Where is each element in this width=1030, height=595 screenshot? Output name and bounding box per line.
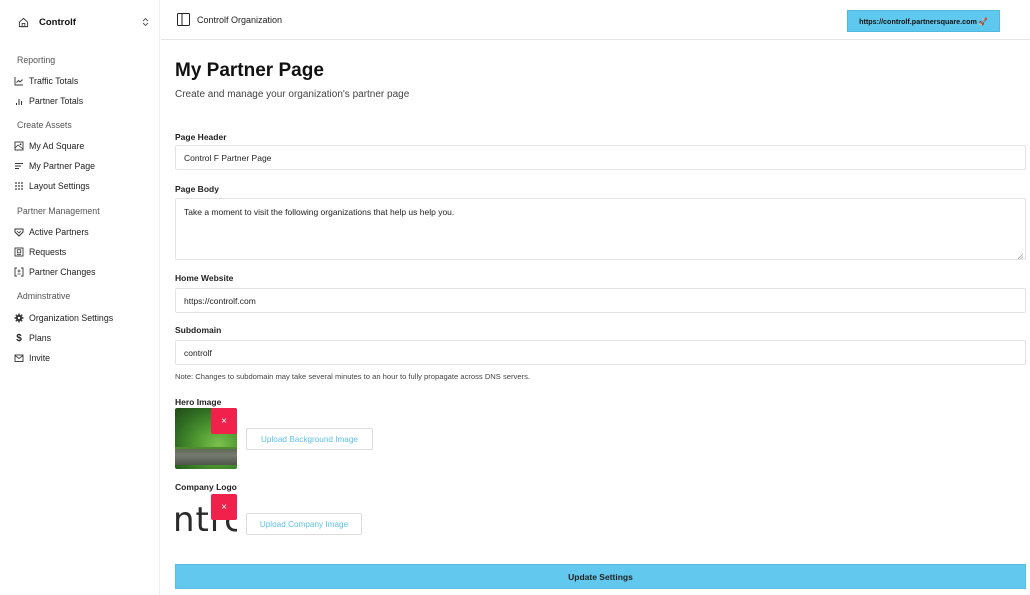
dollar-icon: $ — [16, 332, 22, 344]
sidebar-item-organization-settings[interactable]: Organization Settings — [14, 312, 113, 324]
sidebar-item-label: Traffic Totals — [29, 76, 79, 86]
org-name: Controlf — [39, 16, 76, 28]
page-body-text: Take a moment to visit the following org… — [184, 207, 455, 217]
section-administrative: Adminstrative — [17, 291, 71, 301]
sidebar-toggle-icon[interactable] — [177, 13, 190, 26]
sidebar-item-partner-changes[interactable]: Partner Changes — [14, 266, 96, 278]
sidebar-item-layout-settings[interactable]: Layout Settings — [14, 180, 90, 192]
page-header-input[interactable]: Control F Partner Page — [175, 145, 1026, 170]
sidebar-item-label: My Partner Page — [29, 161, 96, 171]
home-website-input[interactable]: https://controlf.com — [175, 288, 1026, 313]
sidebar-item-partner-totals[interactable]: Partner Totals — [14, 95, 83, 107]
sidebar-item-label: Partner Changes — [29, 267, 96, 277]
text-align-icon — [14, 161, 24, 171]
sidebar-item-plans[interactable]: $ Plans — [14, 332, 51, 344]
diff-icon — [14, 267, 24, 277]
sidebar-item-invite[interactable]: Invite — [14, 352, 50, 364]
home-website-label: Home Website — [175, 273, 234, 283]
page-subtitle: Create and manage your organization's pa… — [175, 89, 410, 100]
page-header-label: Page Header — [175, 132, 227, 142]
home-icon — [18, 16, 30, 28]
sidebar-item-label: Partner Totals — [29, 96, 84, 106]
top-bar: Controlf Organization https://controlf.p… — [161, 0, 1030, 40]
sidebar-item-my-ad-square[interactable]: My Ad Square — [14, 140, 84, 152]
sidebar-item-label: Active Partners — [29, 227, 89, 237]
subdomain-input[interactable]: controlf — [175, 340, 1026, 365]
sidebar-item-traffic-totals[interactable]: Traffic Totals — [14, 75, 78, 87]
bar-chart-icon — [14, 96, 24, 106]
section-partner-management: Partner Management — [17, 206, 100, 216]
section-create-assets: Create Assets — [17, 120, 72, 130]
sidebar-item-label: Invite — [29, 353, 51, 363]
line-chart-icon — [14, 76, 24, 86]
section-reporting: Reporting — [17, 55, 56, 65]
chevron-up-down-icon — [142, 16, 150, 28]
organization-title: Controlf Organization — [197, 15, 283, 25]
hero-image-label: Hero Image — [175, 397, 222, 407]
subdomain-label: Subdomain — [175, 325, 222, 335]
company-logo-label: Company Logo — [175, 482, 237, 492]
org-switcher[interactable]: Controlf — [18, 14, 150, 30]
hero-image-rock — [175, 449, 237, 465]
remove-company-logo-button[interactable]: × — [211, 494, 237, 520]
page-body-label: Page Body — [175, 184, 219, 194]
subdomain-note: Note: Changes to subdomain may take seve… — [175, 372, 530, 381]
sidebar: Controlf Reporting Traffic Totals Partne… — [0, 0, 160, 595]
resize-handle-icon[interactable] — [1017, 251, 1024, 260]
sidebar-item-my-partner-page[interactable]: My Partner Page — [14, 160, 95, 172]
gear-icon — [14, 313, 24, 323]
upload-background-image-button[interactable]: Upload Background Image — [246, 428, 373, 450]
inbox-icon — [14, 247, 24, 257]
remove-hero-image-button[interactable]: × — [211, 408, 237, 434]
handshake-icon — [14, 227, 24, 237]
sidebar-item-requests[interactable]: Requests — [14, 246, 66, 258]
sidebar-item-active-partners[interactable]: Active Partners — [14, 226, 89, 238]
upload-company-image-button[interactable]: Upload Company Image — [246, 513, 362, 535]
update-settings-button[interactable]: Update Settings — [175, 564, 1026, 589]
mail-icon — [14, 353, 24, 363]
sidebar-item-label: Layout Settings — [29, 181, 90, 191]
sidebar-item-label: Organization Settings — [29, 313, 114, 323]
grid-dots-icon — [14, 181, 24, 191]
sidebar-item-label: Requests — [29, 247, 67, 257]
sidebar-item-label: My Ad Square — [29, 141, 85, 151]
sidebar-item-label: Plans — [29, 333, 52, 343]
image-square-icon — [14, 141, 24, 151]
page-title: My Partner Page — [175, 60, 324, 81]
partner-page-url-link[interactable]: https://controlf.partnersquare.com 🚀 — [847, 10, 1000, 32]
page-body-textarea[interactable]: Take a moment to visit the following org… — [175, 198, 1026, 260]
